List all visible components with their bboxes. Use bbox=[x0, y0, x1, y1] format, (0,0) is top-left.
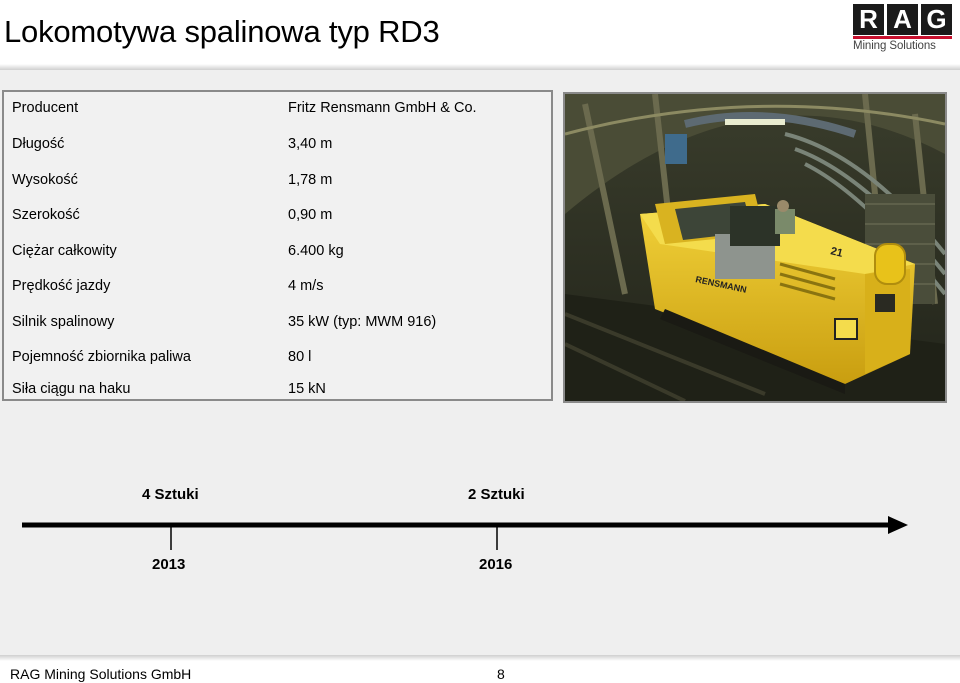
spec-value: 35 kW (typ: MWM 916) bbox=[288, 314, 437, 330]
logo-subtitle: Mining Solutions bbox=[853, 40, 936, 52]
locomotive-photo: RENSMANN 21 bbox=[563, 92, 947, 403]
logo-red-bar bbox=[853, 36, 952, 39]
spec-label: Producent bbox=[12, 100, 79, 116]
timeline-quantity-label: 2 Sztuki bbox=[468, 486, 525, 503]
spec-value: 80 l bbox=[288, 349, 312, 365]
page-number: 8 bbox=[497, 666, 505, 682]
spec-label: Ciężar całkowity bbox=[12, 243, 117, 259]
spec-label: Prędkość jazdy bbox=[12, 278, 111, 294]
spec-table: Producent Fritz Rensmann GmbH & Co. Dług… bbox=[2, 90, 553, 401]
page-title: Lokomotywa spalinowa typ RD3 bbox=[4, 14, 440, 49]
spec-label: Długość bbox=[12, 136, 65, 152]
spec-label: Silnik spalinowy bbox=[12, 314, 115, 330]
spec-value: 0,90 m bbox=[288, 207, 333, 223]
timeline-year-label: 2016 bbox=[479, 556, 513, 573]
timeline-arrowhead bbox=[888, 516, 908, 534]
spec-value: 3,40 m bbox=[288, 136, 333, 152]
footer-company: RAG Mining Solutions GmbH bbox=[10, 666, 192, 682]
spec-value: 1,78 m bbox=[288, 172, 333, 188]
spec-label: Szerokość bbox=[12, 207, 80, 223]
logo-letter-a: A bbox=[887, 4, 918, 35]
logo-letter-r: R bbox=[853, 4, 884, 35]
logo-letters: R A G bbox=[853, 4, 955, 35]
rag-logo: R A G Mining Solutions bbox=[853, 4, 955, 56]
spec-label: Pojemność zbiornika paliwa bbox=[12, 349, 191, 365]
logo-letter-g: G bbox=[921, 4, 952, 35]
spec-value: Fritz Rensmann GmbH & Co. bbox=[288, 100, 477, 116]
spec-value: 4 m/s bbox=[288, 278, 324, 294]
spec-label: Wysokość bbox=[12, 172, 78, 188]
spec-value: 6.400 kg bbox=[288, 243, 344, 259]
timeline-quantity-label: 4 Sztuki bbox=[142, 486, 199, 503]
locomotive-illustration: RENSMANN 21 bbox=[565, 94, 945, 401]
footer-divider bbox=[0, 655, 960, 661]
timeline-year-label: 2013 bbox=[152, 556, 186, 573]
